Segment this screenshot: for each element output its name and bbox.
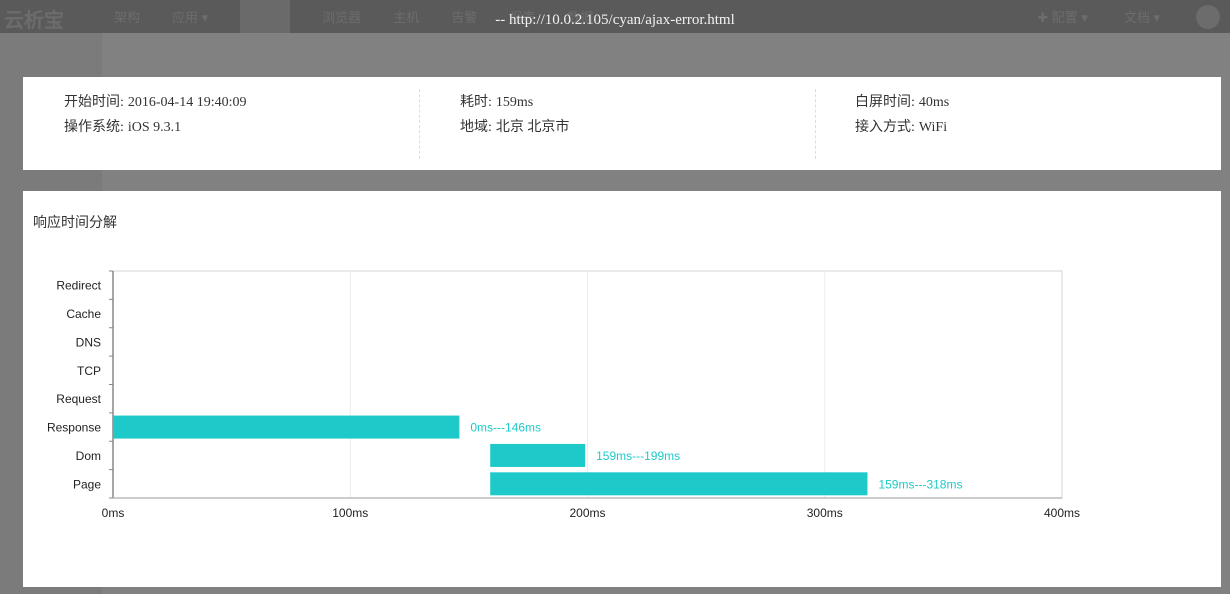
x-tick-label: 200ms (569, 506, 605, 520)
column-divider (815, 89, 816, 159)
data-label: 159ms---199ms (596, 449, 680, 463)
info-row: 接入方式: WiFi (855, 117, 949, 142)
x-tick-label: 300ms (807, 506, 843, 520)
access-type-label: 接入方式: (855, 120, 915, 135)
x-tick-label: 0ms (102, 506, 125, 520)
y-tick-label: DNS (76, 335, 101, 349)
x-tick-label: 100ms (332, 506, 368, 520)
access-type-value: WiFi (918, 120, 948, 135)
start-time-label: 开始时间: (64, 95, 124, 110)
y-tick-label: Page (73, 477, 101, 491)
page-url: -- http://10.0.2.105/cyan/ajax-error.htm… (495, 12, 735, 28)
white-screen-value: 40ms (918, 95, 950, 110)
response-time-chart: Redirect Cache DNS TCP Request Response 0ms---… (47, 270, 1080, 520)
y-tick-label: TCP (77, 364, 101, 378)
white-screen-label: 白屏时间: (855, 95, 915, 110)
info-card: 开始时间: 2016-04-14 19:40:09 操作系统: iOS 9.3.1 … (23, 77, 1221, 170)
duration-value: 159ms (495, 95, 534, 110)
os-value: iOS 9.3.1 (127, 120, 182, 135)
data-label: 0ms---146ms (470, 421, 541, 435)
duration-label: 耗时: (460, 95, 492, 110)
y-tick-label: Response (47, 421, 101, 435)
info-row: 地域: 北京 北京市 (460, 117, 569, 142)
chart-card: 响应时间分解 Redirect Cache DNS TCP Request Respons… (23, 191, 1221, 587)
region-value: 北京 北京市 (495, 120, 570, 135)
info-row: 耗时: 159ms (460, 92, 569, 117)
bar-page (490, 472, 868, 496)
bar-dom (490, 443, 586, 467)
info-column-3: 白屏时间: 40ms 接入方式: WiFi (855, 92, 949, 142)
y-tick-label: Dom (76, 449, 101, 463)
y-tick-label: Cache (66, 307, 101, 321)
info-row: 开始时间: 2016-04-14 19:40:09 (64, 92, 247, 117)
y-tick-label: Request (56, 392, 101, 406)
x-tick-label: 400ms (1044, 506, 1080, 520)
region-label: 地域: (460, 120, 492, 135)
data-label: 159ms---318ms (878, 477, 962, 491)
os-label: 操作系统: (64, 120, 124, 135)
info-column-1: 开始时间: 2016-04-14 19:40:09 操作系统: iOS 9.3.1 (64, 92, 247, 142)
column-divider (419, 89, 420, 159)
info-column-2: 耗时: 159ms 地域: 北京 北京市 (460, 92, 569, 142)
bar-response (113, 415, 460, 439)
y-tick-label: Redirect (56, 279, 101, 293)
info-row: 操作系统: iOS 9.3.1 (64, 117, 247, 142)
info-row: 白屏时间: 40ms (855, 92, 949, 117)
start-time-value: 2016-04-14 19:40:09 (127, 95, 247, 110)
